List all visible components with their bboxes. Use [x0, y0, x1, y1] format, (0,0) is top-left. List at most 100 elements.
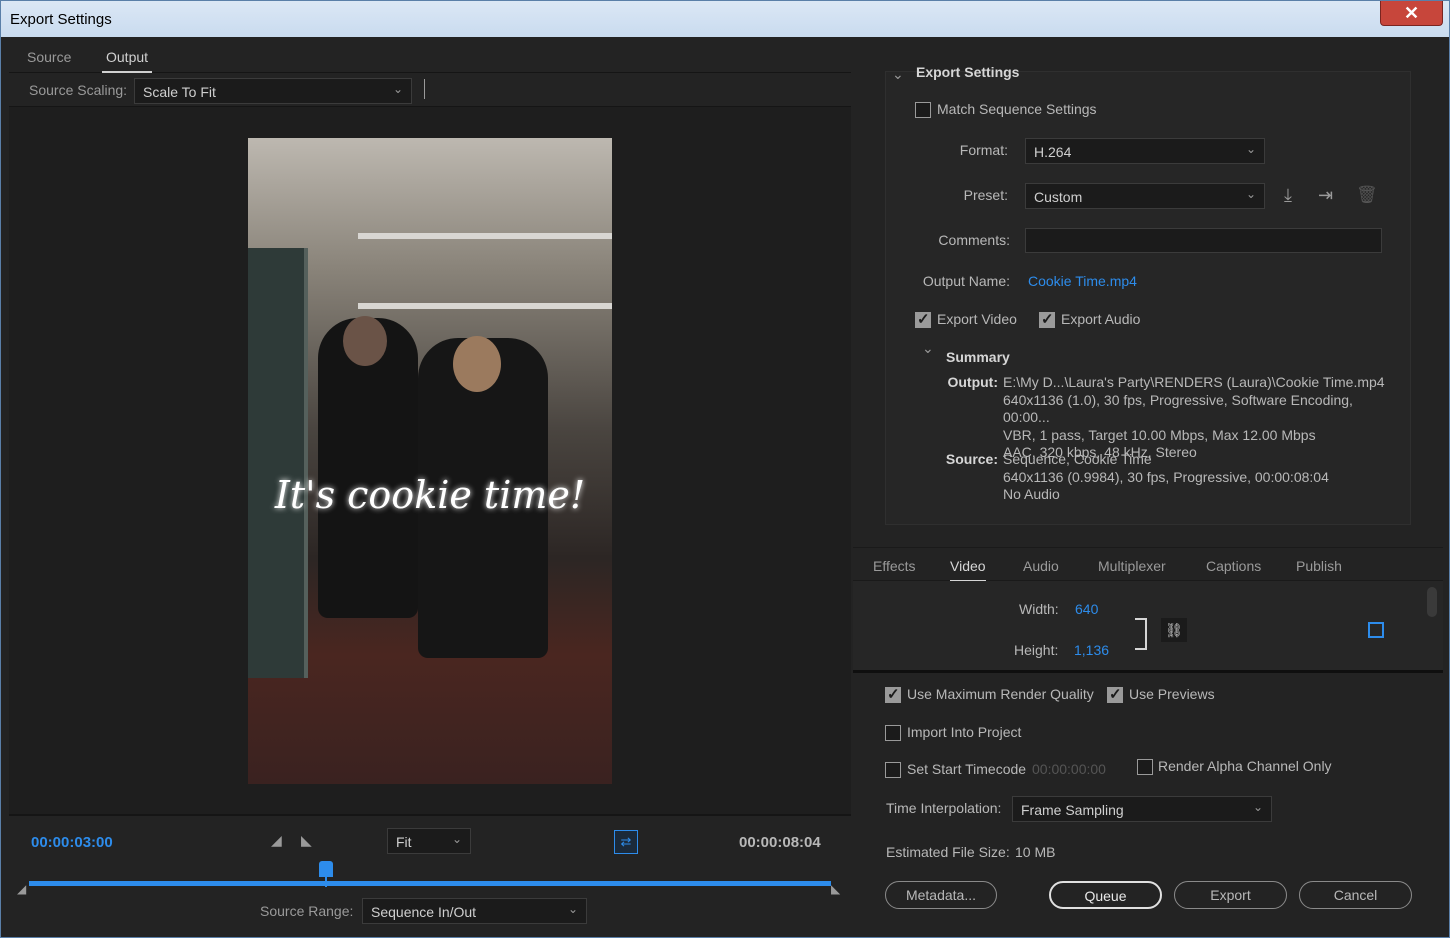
preset-dropdown[interactable]: Custom ⌄ — [1025, 183, 1265, 209]
playhead[interactable] — [318, 861, 333, 887]
tab-publish[interactable]: Publish — [1296, 558, 1342, 574]
source-scaling-dropdown[interactable]: Scale To Fit ⌄ — [134, 78, 412, 104]
comments-label: Comments: — [938, 232, 1010, 248]
video-caption: It's cookie time! — [274, 473, 586, 517]
summary-output: E:\My D...\Laura's Party\RENDERS (Laura)… — [1003, 374, 1403, 462]
delete-preset-icon[interactable]: 🗑 — [1356, 185, 1378, 205]
summary-line: E:\My D...\Laura's Party\RENDERS (Laura)… — [1003, 374, 1385, 390]
door-shape — [248, 248, 308, 678]
timeline-track[interactable] — [29, 881, 831, 886]
preset-value: Custom — [1034, 189, 1083, 205]
use-previews-checkbox[interactable] — [1107, 685, 1123, 703]
max-render-checkbox[interactable] — [885, 685, 901, 703]
tab-source[interactable]: Source — [27, 49, 71, 65]
link-bracket — [1135, 618, 1147, 650]
shelf-shape — [358, 303, 612, 309]
export-video-checkbox[interactable] — [915, 310, 931, 328]
divider — [424, 79, 425, 99]
use-previews-label: Use Previews — [1129, 686, 1215, 702]
timeline-controls: 00:00:03:00 ◢ ◣ Fit ⌄ ⇄ 00:00:08:04 ◢ ◣ … — [9, 814, 851, 927]
chevron-down-icon[interactable]: ⌄ — [892, 66, 904, 83]
settings-panel: ⌄ Export Settings Match Sequence Setting… — [853, 39, 1443, 927]
tab-audio[interactable]: Audio — [1023, 558, 1059, 574]
tab-captions[interactable]: Captions — [1206, 558, 1261, 574]
export-button[interactable]: Export — [1174, 881, 1287, 909]
time-interpolation-label: Time Interpolation: — [886, 800, 1002, 816]
settings-tabs: Effects Video Audio Multiplexer Captions… — [853, 547, 1443, 582]
match-sequence-checkbox[interactable] — [915, 102, 931, 118]
time-interpolation-dropdown[interactable]: Frame Sampling ⌄ — [1012, 796, 1272, 822]
cancel-button[interactable]: Cancel — [1299, 881, 1412, 909]
start-timecode-checkbox[interactable] — [885, 762, 901, 778]
end-timecode: 00:00:08:04 — [739, 834, 821, 851]
queue-button[interactable]: Queue — [1049, 881, 1162, 909]
width-value[interactable]: 640 — [1075, 601, 1098, 617]
current-timecode[interactable]: 00:00:03:00 — [31, 834, 113, 851]
unlink-icon[interactable]: ⛓ — [1161, 618, 1187, 642]
match-source-checkbox[interactable] — [1368, 622, 1384, 638]
est-size-value: 10 MB — [1015, 844, 1056, 860]
render-alpha-label: Render Alpha Channel Only — [1158, 758, 1332, 774]
mark-in-icon[interactable]: ◢ — [271, 832, 282, 849]
scrollbar-thumb[interactable] — [1427, 587, 1437, 617]
preview-panel: Source Output Source Scaling: Scale To F… — [9, 39, 851, 927]
export-audio-label: Export Audio — [1061, 311, 1141, 327]
source-scaling-value: Scale To Fit — [143, 84, 216, 100]
chevron-down-icon[interactable]: ⌄ — [922, 340, 934, 357]
summary-header: Summary — [946, 349, 1010, 365]
aspect-toggle-icon[interactable]: ⇄ — [614, 830, 638, 854]
match-sequence-label: Match Sequence Settings — [937, 101, 1097, 117]
time-interpolation-value: Frame Sampling — [1021, 802, 1124, 818]
range-start-handle-icon[interactable]: ◢ — [17, 882, 26, 896]
save-preset-icon[interactable]: ⤓ — [1284, 185, 1292, 206]
render-alpha-checkbox[interactable] — [1137, 759, 1153, 775]
head-shape — [453, 336, 501, 392]
shelf-shape — [358, 233, 612, 239]
summary-output-key: Output: — [947, 374, 998, 390]
summary-line: 640x1136 (0.9984), 30 fps, Progressive, … — [1003, 468, 1329, 485]
tab-output[interactable]: Output — [101, 49, 153, 73]
export-audio-checkbox[interactable] — [1039, 310, 1055, 328]
export-video-label: Export Video — [937, 311, 1017, 327]
format-value: H.264 — [1034, 144, 1072, 160]
chevron-down-icon: ⌄ — [1245, 142, 1256, 156]
summary-source: Sequence, Cookie Time 640x1136 (0.9984),… — [1003, 451, 1403, 504]
range-end-handle-icon[interactable]: ◣ — [831, 882, 840, 896]
width-label: Width: — [1019, 601, 1059, 617]
start-timecode-value[interactable]: 00:00:00:00 — [1032, 761, 1106, 777]
tab-effects[interactable]: Effects — [873, 558, 916, 574]
height-value[interactable]: 1,136 — [1074, 642, 1109, 658]
source-range-dropdown[interactable]: Sequence In/Out ⌄ — [362, 898, 587, 924]
comments-input[interactable] — [1025, 228, 1382, 253]
chevron-down-icon: ⌄ — [1245, 187, 1256, 201]
source-scaling-label: Source Scaling: — [29, 82, 128, 98]
height-label: Height: — [1014, 642, 1059, 658]
summary-source-key: Source: — [945, 451, 998, 467]
metadata-button[interactable]: Metadata... — [885, 881, 997, 909]
chevron-down-icon: ⌄ — [567, 902, 578, 916]
zoom-dropdown[interactable]: Fit ⌄ — [387, 828, 471, 854]
close-button[interactable]: ✕ — [1380, 1, 1443, 26]
chevron-down-icon: ⌄ — [1252, 800, 1263, 814]
output-name-link[interactable]: Cookie Time.mp4 — [1028, 273, 1137, 289]
summary-line: Sequence, Cookie Time — [1003, 451, 1152, 467]
video-preview: It's cookie time! — [248, 138, 612, 784]
max-render-label: Use Maximum Render Quality — [907, 686, 1094, 702]
tab-video[interactable]: Video — [950, 558, 986, 582]
import-preset-icon[interactable]: ⇥ — [1318, 185, 1333, 206]
output-name-label: Output Name: — [922, 273, 1010, 289]
source-range-label: Source Range: — [260, 903, 354, 919]
preset-label: Preset: — [963, 187, 1008, 203]
mark-out-icon[interactable]: ◣ — [301, 832, 312, 849]
import-project-label: Import Into Project — [907, 724, 1022, 740]
source-output-tabs: Source Output — [9, 39, 851, 73]
summary-line: VBR, 1 pass, Target 10.00 Mbps, Max 12.0… — [1003, 426, 1316, 443]
format-dropdown[interactable]: H.264 ⌄ — [1025, 138, 1265, 164]
summary-line: 640x1136 (1.0), 30 fps, Progressive, Sof… — [1003, 391, 1353, 426]
title-bar: Export Settings ✕ — [1, 1, 1449, 37]
chevron-down-icon: ⌄ — [451, 832, 462, 846]
tab-multiplexer[interactable]: Multiplexer — [1098, 558, 1166, 574]
start-timecode-label: Set Start Timecode — [907, 761, 1027, 777]
import-project-checkbox[interactable] — [885, 725, 901, 741]
export-settings-header: Export Settings — [916, 64, 1020, 80]
